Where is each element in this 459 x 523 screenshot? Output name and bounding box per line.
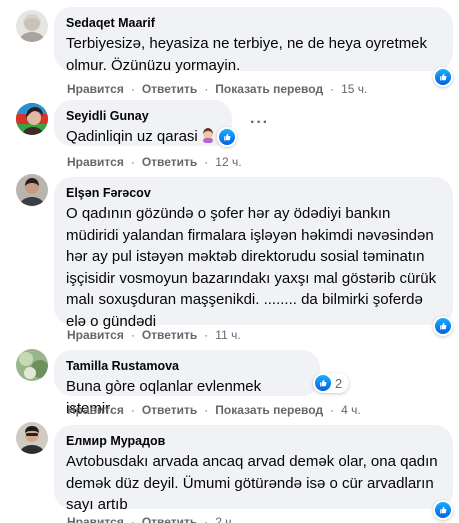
comment-4: Tamilla Rustamova Buna gòre oqlanlar evl… — [0, 343, 459, 418]
reply-link[interactable]: Ответить — [142, 403, 197, 417]
separator-dot: · — [130, 328, 135, 342]
comment-author[interactable]: Elşən Fərəcov — [66, 185, 441, 201]
separator-dot: · — [130, 82, 135, 96]
reaction-count: 2 — [335, 375, 343, 391]
separator-dot: · — [204, 155, 209, 169]
separator-dot: · — [204, 515, 209, 523]
like-reaction-icon — [315, 375, 331, 391]
comment-actions: Нравится · Ответить · Показать перевод · 15 ч. — [67, 81, 367, 97]
reaction-badge[interactable] — [433, 316, 453, 336]
comment-author[interactable]: Sedaqet Maarif — [66, 15, 441, 31]
reply-link[interactable]: Ответить — [142, 328, 197, 342]
reply-link[interactable]: Ответить — [142, 82, 197, 96]
avatar[interactable] — [16, 174, 48, 206]
comment-bubble: Tamilla Rustamova Buna gòre oqlanlar evl… — [54, 350, 320, 417]
timestamp[interactable]: 12 ч. — [215, 155, 241, 169]
comment-2: Seyidli Gunay Qadinliqin uz qarasi ··· Н… — [0, 100, 459, 170]
comment-bubble: Elşən Fərəcov O qadının gözündə o şofer … — [54, 177, 453, 330]
reaction-badge[interactable] — [217, 127, 237, 147]
more-options-icon[interactable]: ··· — [250, 114, 269, 132]
comment-bubble: Seyidli Gunay Qadinliqin uz qarasi — [54, 100, 232, 146]
reaction-badge[interactable]: 2 — [313, 373, 350, 393]
comment-text: Avtobusdakı arvada ancaq arvad demək ola… — [66, 453, 438, 513]
comment-5: Елмир Мурадов Avtobusdakı arvada ancaq a… — [0, 418, 459, 523]
comment-text: Qadinliqin uz qarasi — [66, 126, 220, 150]
reaction-badge[interactable] — [433, 67, 453, 87]
comment-1: Sedaqet Maarif Terbiyesizə, heyasiza ne … — [0, 0, 459, 100]
timestamp[interactable]: 15 ч. — [341, 82, 367, 96]
translate-link[interactable]: Показать перевод — [215, 403, 323, 417]
reaction-badge[interactable] — [433, 500, 453, 520]
comment-bubble: Елмир Мурадов Avtobusdakı arvada ancaq a… — [54, 425, 453, 513]
like-link[interactable]: Нравится — [67, 403, 124, 417]
separator-dot: · — [130, 403, 135, 417]
separator-dot: · — [204, 328, 209, 342]
separator-dot: · — [330, 82, 335, 96]
like-reaction-icon — [435, 318, 451, 334]
timestamp[interactable]: 2 ч. — [215, 515, 235, 523]
avatar[interactable] — [16, 422, 48, 454]
comment-actions: Нравится · Ответить · 11 ч. — [67, 327, 241, 343]
like-reaction-icon — [435, 502, 451, 518]
comment-text: Terbiyesizə, heyasiza ne terbiye, ne de … — [66, 35, 428, 74]
comment-actions: Нравится · Ответить · 2 ч. — [67, 514, 235, 523]
separator-dot: · — [204, 82, 209, 96]
comment-text: O qadının gözündə o şofer hər ay ödədiyi… — [66, 205, 437, 330]
avatar[interactable] — [16, 103, 48, 135]
like-reaction-icon — [435, 69, 451, 85]
separator-dot: · — [204, 403, 209, 417]
like-reaction-icon — [219, 129, 235, 145]
comment-actions: Нравится · Ответить · Показать перевод · 4 ч. — [67, 402, 361, 418]
like-link[interactable]: Нравится — [67, 328, 124, 342]
separator-dot: · — [130, 515, 135, 523]
separator-dot: · — [130, 155, 135, 169]
like-link[interactable]: Нравится — [67, 155, 124, 169]
translate-link[interactable]: Показать перевод — [215, 82, 323, 96]
separator-dot: · — [330, 403, 335, 417]
comment-actions: Нравится · Ответить · 12 ч. — [67, 154, 242, 170]
avatar[interactable] — [16, 10, 48, 42]
comment-bubble: Sedaqet Maarif Terbiyesizə, heyasiza ne … — [54, 7, 453, 74]
reply-link[interactable]: Ответить — [142, 515, 197, 523]
comment-author[interactable]: Елмир Мурадов — [66, 433, 441, 449]
like-link[interactable]: Нравится — [67, 515, 124, 523]
comment-author[interactable]: Tamilla Rustamova — [66, 358, 308, 374]
comment-3: Elşən Fərəcov O qadının gözündə o şofer … — [0, 170, 459, 343]
woman-facepalm-emoji-icon — [200, 127, 216, 150]
comment-author[interactable]: Seyidli Gunay — [66, 108, 220, 124]
reply-link[interactable]: Ответить — [142, 155, 197, 169]
timestamp[interactable]: 4 ч. — [341, 403, 361, 417]
timestamp[interactable]: 11 ч. — [215, 328, 240, 342]
like-link[interactable]: Нравится — [67, 82, 124, 96]
avatar[interactable] — [16, 349, 48, 381]
